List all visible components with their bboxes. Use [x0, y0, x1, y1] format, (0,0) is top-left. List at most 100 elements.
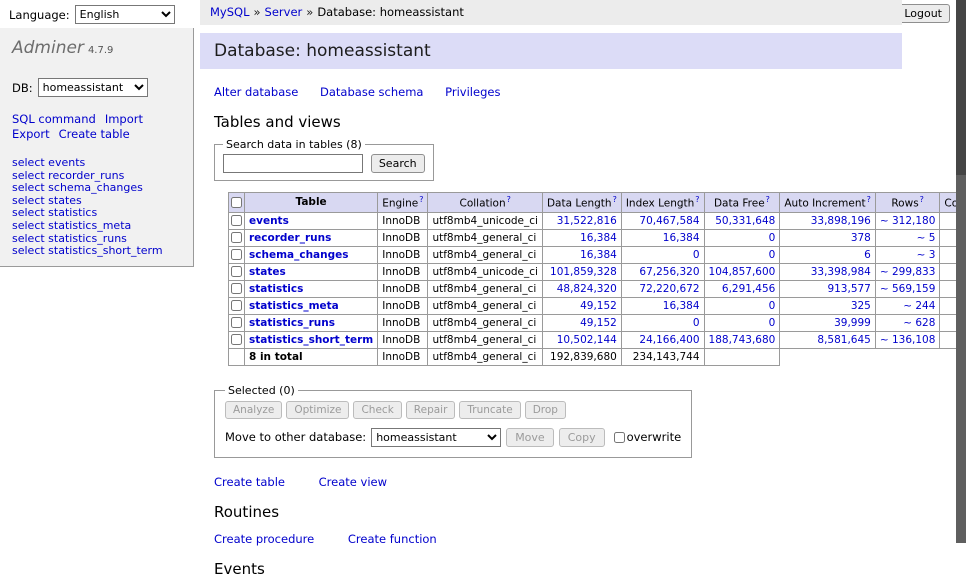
index-length-link[interactable]: 70,467,584: [639, 215, 699, 227]
create-function-link[interactable]: Create function: [348, 532, 437, 546]
data-length-link[interactable]: 31,522,816: [557, 215, 617, 227]
collation-help-link[interactable]: ?: [507, 195, 511, 204]
index-length-link[interactable]: 0: [693, 317, 700, 329]
sql-command-link[interactable]: SQL command: [12, 112, 96, 126]
move-database-select[interactable]: homeassistant: [371, 428, 501, 447]
repair-button[interactable]: Repair: [406, 401, 456, 419]
table-link[interactable]: statistics_runs: [249, 317, 335, 329]
sidebar-item-select-statistics-meta[interactable]: select statistics_meta: [12, 220, 181, 233]
rows-count-link[interactable]: ~ 299,833: [880, 266, 936, 278]
auto-increment-link[interactable]: 33,898,196: [811, 215, 871, 227]
rows-count-link[interactable]: ~ 5: [917, 232, 936, 244]
move-button[interactable]: Move: [506, 428, 554, 447]
index-length-link[interactable]: 16,384: [663, 300, 700, 312]
auto-increment-help-link[interactable]: ?: [867, 195, 871, 204]
rows-count-link[interactable]: ~ 312,180: [880, 215, 936, 227]
table-link[interactable]: states: [249, 266, 286, 278]
create-view-link[interactable]: Create view: [319, 475, 387, 489]
table-link[interactable]: events: [249, 215, 289, 227]
engine-help-link[interactable]: ?: [419, 195, 423, 204]
data-length-link[interactable]: 49,152: [580, 317, 617, 329]
breadcrumb-mysql-link[interactable]: MySQL: [210, 5, 250, 19]
index-length-link[interactable]: 72,220,672: [639, 283, 699, 295]
privileges-link[interactable]: Privileges: [445, 85, 500, 99]
vertical-scrollbar[interactable]: [956, 0, 966, 543]
breadcrumb-server-link[interactable]: Server: [265, 5, 303, 19]
auto-increment-link[interactable]: 325: [851, 300, 871, 312]
search-button[interactable]: Search: [371, 154, 425, 173]
row-checkbox[interactable]: [231, 266, 242, 277]
sidebar-item-select-statistics-short-term[interactable]: select statistics_short_term: [12, 245, 181, 258]
export-link[interactable]: Export: [12, 127, 50, 141]
data-free-link[interactable]: 0: [769, 249, 776, 261]
auto-increment-link[interactable]: 39,999: [834, 317, 871, 329]
drop-button[interactable]: Drop: [525, 401, 566, 419]
analyze-button[interactable]: Analyze: [225, 401, 282, 419]
auto-increment-link[interactable]: 913,577: [827, 283, 870, 295]
row-checkbox[interactable]: [231, 334, 242, 345]
data-free-link[interactable]: 50,331,648: [715, 215, 775, 227]
row-checkbox[interactable]: [231, 300, 242, 311]
data-length-link[interactable]: 16,384: [580, 232, 617, 244]
row-checkbox[interactable]: [231, 317, 242, 328]
index-length-link[interactable]: 67,256,320: [639, 266, 699, 278]
engine-cell: InnoDB: [378, 212, 428, 229]
table-link[interactable]: statistics: [249, 283, 303, 295]
table-link[interactable]: recorder_runs: [249, 232, 331, 244]
rows-count-link[interactable]: ~ 3: [917, 249, 936, 261]
auto-increment-link[interactable]: 8,581,645: [817, 334, 870, 346]
row-checkbox[interactable]: [231, 283, 242, 294]
create-links: Create table Create view: [200, 475, 902, 489]
table-link[interactable]: statistics_meta: [249, 300, 339, 312]
table-link[interactable]: statistics_short_term: [249, 334, 373, 346]
sidebar-item-select-schema-changes[interactable]: select schema_changes: [12, 182, 181, 195]
data-length-link[interactable]: 101,859,328: [550, 266, 617, 278]
scrollbar-thumb[interactable]: [956, 0, 966, 175]
rows-count-link[interactable]: ~ 628: [903, 317, 935, 329]
data-length-link[interactable]: 49,152: [580, 300, 617, 312]
logout-button[interactable]: Logout: [896, 4, 950, 23]
data-free-link[interactable]: 6,291,456: [722, 283, 775, 295]
auto-increment-link[interactable]: 378: [851, 232, 871, 244]
data-free-link[interactable]: 0: [769, 300, 776, 312]
rows-count-link[interactable]: ~ 244: [903, 300, 935, 312]
index-length-link[interactable]: 16,384: [663, 232, 700, 244]
optimize-button[interactable]: Optimize: [286, 401, 349, 419]
row-checkbox[interactable]: [231, 249, 242, 260]
data-length-link[interactable]: 16,384: [580, 249, 617, 261]
create-table-link[interactable]: Create table: [59, 127, 130, 141]
data-free-link[interactable]: 0: [769, 232, 776, 244]
data-free-link[interactable]: 188,743,680: [709, 334, 776, 346]
create-procedure-link[interactable]: Create procedure: [214, 532, 314, 546]
rows-help-link[interactable]: ?: [920, 195, 924, 204]
search-input[interactable]: [223, 154, 363, 173]
data-free-link[interactable]: 0: [769, 317, 776, 329]
data-length-link[interactable]: 10,502,144: [557, 334, 617, 346]
data-free-help-link[interactable]: ?: [766, 195, 770, 204]
data-length-help-link[interactable]: ?: [613, 195, 617, 204]
index-length-help-link[interactable]: ?: [695, 195, 699, 204]
rows-count-link[interactable]: ~ 569,159: [880, 283, 936, 295]
table-link[interactable]: schema_changes: [249, 249, 349, 261]
sidebar-item-select-events[interactable]: select events: [12, 157, 181, 170]
check-button[interactable]: Check: [353, 401, 401, 419]
auto-increment-link[interactable]: 33,398,984: [811, 266, 871, 278]
rows-count-link[interactable]: ~ 136,108: [880, 334, 936, 346]
row-checkbox[interactable]: [231, 232, 242, 243]
row-checkbox[interactable]: [231, 215, 242, 226]
copy-button[interactable]: Copy: [559, 428, 605, 447]
select-all-checkbox[interactable]: [231, 197, 242, 208]
data-free-link[interactable]: 104,857,600: [709, 266, 776, 278]
db-select[interactable]: homeassistant: [38, 78, 148, 97]
import-link[interactable]: Import: [105, 112, 143, 126]
index-length-link[interactable]: 0: [693, 249, 700, 261]
index-length-link[interactable]: 24,166,400: [639, 334, 699, 346]
create-table-bottom-link[interactable]: Create table: [214, 475, 285, 489]
data-length-link[interactable]: 48,824,320: [557, 283, 617, 295]
overwrite-checkbox[interactable]: [614, 432, 625, 443]
alter-database-link[interactable]: Alter database: [214, 85, 298, 99]
truncate-button[interactable]: Truncate: [459, 401, 520, 419]
auto-increment-link[interactable]: 6: [864, 249, 871, 261]
language-select[interactable]: English: [75, 5, 175, 24]
database-schema-link[interactable]: Database schema: [320, 85, 423, 99]
